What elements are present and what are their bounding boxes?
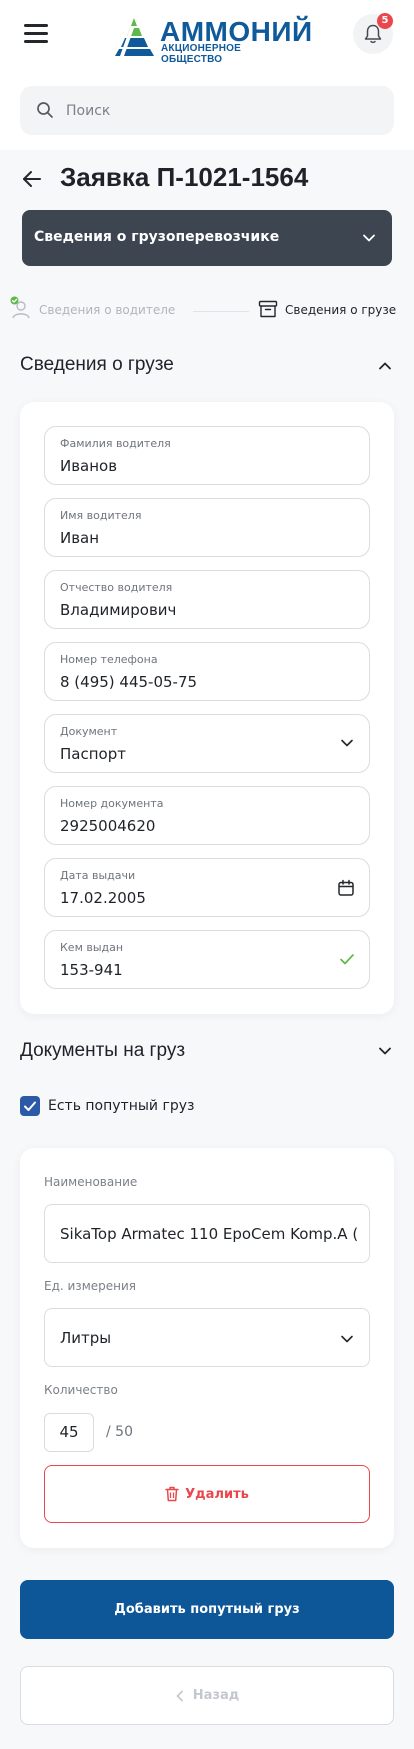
add-passing-cargo-button[interactable]: Добавить попутный груз <box>20 1580 394 1639</box>
logo-mark-icon <box>115 18 154 56</box>
field-value: 8 (495) 445-05-75 <box>60 673 198 691</box>
cargo-section-title: Сведения о грузе <box>20 354 174 375</box>
trash-icon <box>165 1486 179 1502</box>
carrier-info-dropdown[interactable]: Сведения о грузоперевозчике <box>22 210 392 266</box>
quantity-max: / 50 <box>106 1424 133 1440</box>
search-icon <box>37 102 53 118</box>
delete-button-label: Удалить <box>185 1486 249 1502</box>
chevron-up-icon[interactable] <box>375 356 395 376</box>
field-label: Дата выдачи <box>60 869 136 882</box>
step-divider <box>193 311 249 312</box>
hamburger-menu-icon[interactable] <box>24 24 48 44</box>
field-value: 17.02.2005 <box>60 889 146 907</box>
delete-button[interactable]: Удалить <box>44 1465 370 1523</box>
phone-number-field[interactable]: Номер телефона 8 (495) 445-05-75 <box>44 642 370 701</box>
chevron-left-icon <box>176 1690 183 1701</box>
arrow-left-icon[interactable] <box>20 167 44 191</box>
page-title: Заявка П-1021-1564 <box>60 162 309 192</box>
user-check-icon <box>10 296 30 319</box>
chevron-down-icon <box>341 739 353 747</box>
archive-box-icon <box>258 300 278 318</box>
document-type-select[interactable]: Документ Паспорт <box>44 714 370 773</box>
issue-date-field[interactable]: Дата выдачи 17.02.2005 <box>44 858 370 917</box>
chevron-down-icon <box>341 1335 353 1343</box>
notification-count-badge: 5 <box>377 13 393 29</box>
back-button-label: Назад <box>192 1688 240 1703</box>
documents-section-title: Документы на груз <box>20 1040 186 1061</box>
chevron-down-icon <box>363 234 375 242</box>
check-icon <box>24 1101 36 1111</box>
cargo-info-card <box>20 402 394 1014</box>
back-button[interactable]: Назад <box>20 1666 394 1725</box>
step-cargo-info[interactable]: Сведения о грузе <box>285 303 396 317</box>
unit-select[interactable]: Литры <box>44 1308 370 1367</box>
cargo-name-label: Наименование <box>44 1175 138 1189</box>
quantity-label: Количество <box>44 1383 118 1397</box>
chevron-down-icon[interactable] <box>375 1041 395 1061</box>
calendar-icon[interactable] <box>337 879 355 897</box>
logo-subtitle: АКЦИОНЕРНОЕ ОБЩЕСТВО <box>161 43 242 65</box>
field-label: Отчество водителя <box>60 581 173 594</box>
driver-last-name-field[interactable]: Фамилия водителя Иванов <box>44 426 370 485</box>
field-value: 2925004620 <box>60 817 156 835</box>
field-value: 153-941 <box>60 961 123 979</box>
driver-first-name-field[interactable]: Имя водителя Иван <box>44 498 370 557</box>
checkbox-checked[interactable] <box>20 1096 40 1116</box>
unit-value: Литры <box>60 1329 112 1347</box>
quantity-input[interactable]: 45 <box>44 1413 94 1452</box>
form-stepper: Сведения о водителе Сведения о грузе <box>10 296 404 326</box>
field-value: Владимирович <box>60 601 177 619</box>
search-bar[interactable] <box>20 86 394 135</box>
app-header: АММОНИЙ АКЦИОНЕРНОЕ ОБЩЕСТВО 5 <box>0 0 414 150</box>
field-label: Фамилия водителя <box>60 437 171 450</box>
unit-label: Ед. измерения <box>44 1279 136 1293</box>
field-label: Документ <box>60 725 118 738</box>
cargo-name-input[interactable]: SikaTop Armatec 110 EpoCem Komp.A ( <box>44 1204 370 1263</box>
field-label: Кем выдан <box>60 941 124 954</box>
field-value: Иван <box>60 529 100 547</box>
document-number-field[interactable]: Номер документа 2925004620 <box>44 786 370 845</box>
field-value: Иванов <box>60 457 118 475</box>
issued-by-field[interactable]: Кем выдан 153-941 <box>44 930 370 989</box>
search-input[interactable] <box>66 86 376 135</box>
step-driver-info[interactable]: Сведения о водителе <box>39 303 175 317</box>
check-icon <box>340 954 354 965</box>
field-label: Номер документа <box>60 797 164 810</box>
passing-cargo-label: Есть попутный груз <box>48 1098 195 1114</box>
field-label: Номер телефона <box>60 653 158 666</box>
carrier-info-label: Сведения о грузоперевозчике <box>34 229 280 245</box>
field-label: Имя водителя <box>60 509 142 522</box>
field-value: Паспорт <box>60 745 126 763</box>
cargo-name-value: SikaTop Armatec 110 EpoCem Komp.A ( <box>60 1225 359 1243</box>
driver-patronymic-field[interactable]: Отчество водителя Владимирович <box>44 570 370 629</box>
company-logo[interactable]: АММОНИЙ АКЦИОНЕРНОЕ ОБЩЕСТВО <box>112 16 312 65</box>
